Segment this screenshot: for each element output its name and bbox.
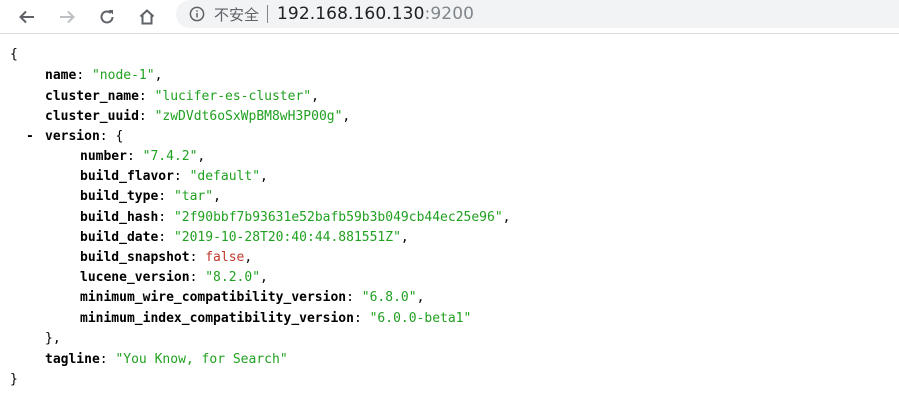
json-key: build_type xyxy=(80,189,159,204)
browser-toolbar: 不安全 192.168.160.130:9200 xyxy=(0,0,899,34)
json-string-value: "6.0.0-beta1" xyxy=(369,311,472,326)
info-icon[interactable] xyxy=(189,6,205,22)
json-string-value: "2019-10-28T20:40:44.881551Z" xyxy=(173,230,401,245)
json-line-build-hash: build_hash: "2f90bbf7b93631e52bafb59b3b0… xyxy=(80,210,511,225)
json-line-number: number: "7.4.2", xyxy=(80,149,206,164)
json-line-cluster-uuid: cluster_uuid: "zwDVdt6oSxWpBM8wH3P00g", xyxy=(45,109,351,124)
json-string-value: "zwDVdt6oSxWpBM8wH3P00g" xyxy=(154,109,343,124)
back-arrow-icon xyxy=(19,10,34,24)
json-line-build-date: build_date: "2019-10-28T20:40:44.881551Z… xyxy=(80,230,409,245)
json-key: version xyxy=(45,129,100,144)
json-version-close: }, xyxy=(45,331,61,346)
json-key: build_snapshot xyxy=(80,250,190,265)
json-open-brace: { xyxy=(10,47,18,62)
json-key: build_date xyxy=(80,230,159,245)
json-line-name: name: "node-1", xyxy=(45,68,163,83)
collapse-toggle[interactable]: - xyxy=(26,127,34,147)
json-line-lucene-version: lucene_version: "8.2.0", xyxy=(80,270,268,285)
json-key: tagline xyxy=(45,352,100,367)
json-key: build_flavor xyxy=(80,169,174,184)
json-version-open: { xyxy=(115,129,124,144)
json-string-value: "node-1" xyxy=(91,68,155,83)
json-line-build-snapshot: build_snapshot: false, xyxy=(80,250,253,265)
json-key: name xyxy=(45,68,77,83)
json-key: cluster_uuid xyxy=(45,109,139,124)
json-string-value: "lucifer-es-cluster" xyxy=(154,89,312,104)
json-line-cluster-name: cluster_name: "lucifer-es-cluster", xyxy=(45,89,319,104)
json-close-brace: } xyxy=(10,372,18,387)
json-string-value: "You Know, for Search" xyxy=(115,352,288,367)
json-line-tagline: tagline: "You Know, for Search" xyxy=(45,352,288,367)
json-line-build-type: build_type: "tar", xyxy=(80,189,221,204)
json-key: minimum_wire_compatibility_version xyxy=(80,290,347,305)
url-host: 192.168.160.130 xyxy=(277,4,425,24)
reload-button[interactable] xyxy=(93,3,121,31)
json-key: minimum_index_compatibility_version xyxy=(80,311,354,326)
reload-icon xyxy=(100,10,114,24)
url-text[interactable]: 192.168.160.130:9200 xyxy=(277,4,474,24)
json-string-value: "7.4.2" xyxy=(142,149,198,164)
forward-arrow-icon xyxy=(60,10,75,24)
json-string-value: "default" xyxy=(189,169,261,184)
json-key: build_hash xyxy=(80,210,159,225)
security-label[interactable]: 不安全 xyxy=(214,4,259,25)
json-line-build-flavor: build_flavor: "default", xyxy=(80,169,268,184)
json-string-value: "6.8.0" xyxy=(361,290,417,305)
json-line-minimum-wire-compatibility-version: minimum_wire_compatibility_version: "6.8… xyxy=(80,290,425,305)
json-string-value: "tar" xyxy=(173,189,214,204)
json-string-value: "8.2.0" xyxy=(205,270,261,285)
json-boolean-value: false xyxy=(205,250,245,265)
json-string-value: "2f90bbf7b93631e52bafb59b3b049cb44ec25e9… xyxy=(173,210,503,225)
forward-button[interactable] xyxy=(53,3,81,31)
json-line-version: version: { xyxy=(45,129,124,144)
json-key: cluster_name xyxy=(45,89,139,104)
home-button[interactable] xyxy=(133,3,161,31)
json-line-minimum-index-compatibility-version: minimum_index_compatibility_version: "6.… xyxy=(80,311,472,326)
address-bar[interactable]: 不安全 192.168.160.130:9200 xyxy=(176,0,899,28)
home-icon xyxy=(139,9,155,25)
url-port: :9200 xyxy=(424,4,475,24)
back-button[interactable] xyxy=(13,3,41,31)
json-key: lucene_version xyxy=(80,270,190,285)
json-key: number xyxy=(80,149,127,164)
separator xyxy=(267,5,269,23)
